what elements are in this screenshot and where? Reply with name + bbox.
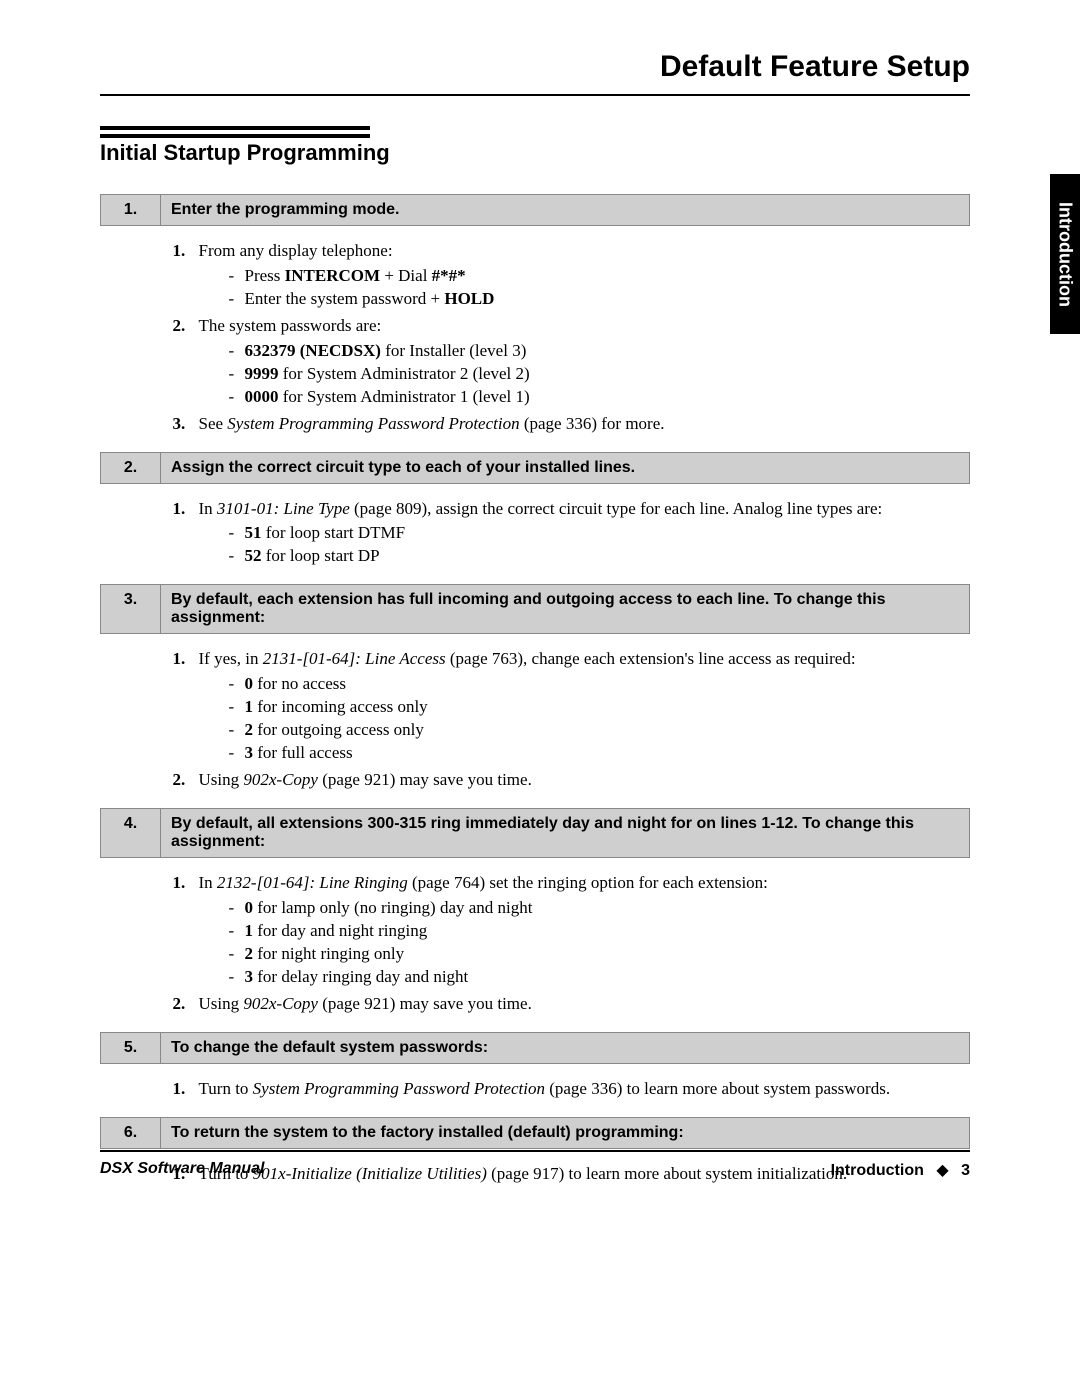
step-body-spacer: [101, 483, 161, 585]
sub-item: Enter the system password + HOLD: [199, 288, 958, 311]
step-body: In 2132-[01-64]: Line Ringing (page 764)…: [161, 857, 970, 1032]
step-item: In 2132-[01-64]: Line Ringing (page 764)…: [173, 872, 958, 989]
step-item: If yes, in 2131-[01-64]: Line Access (pa…: [173, 648, 958, 765]
step-item: The system passwords are: 632379 (NECDSX)…: [173, 315, 958, 409]
sub-item: 2 for night ringing only: [199, 943, 958, 966]
step-item: See System Programming Password Protecti…: [173, 413, 958, 436]
step-title: To change the default system passwords:: [161, 1032, 970, 1063]
sub-list: 51 for loop start DTMF52 for loop start …: [199, 522, 958, 568]
step-body-spacer: [101, 1063, 161, 1117]
sub-item: Press INTERCOM + Dial #*#*: [199, 265, 958, 288]
step-title: Enter the programming mode.: [161, 195, 970, 226]
step-item-lead: If yes, in 2131-[01-64]: Line Access (pa…: [199, 649, 856, 668]
step-body: In 3101-01: Line Type (page 809), assign…: [161, 483, 970, 585]
sub-list: Press INTERCOM + Dial #*#*Enter the syst…: [199, 265, 958, 311]
step-body-spacer: [101, 226, 161, 453]
step-header-row: 3.By default, each extension has full in…: [101, 585, 970, 634]
footer-diamond-icon: ◆: [936, 1162, 948, 1179]
sub-item: 2 for outgoing access only: [199, 719, 958, 742]
step-title: Assign the correct circuit type to each …: [161, 452, 970, 483]
step-body-spacer: [101, 857, 161, 1032]
step-body-row: In 2132-[01-64]: Line Ringing (page 764)…: [101, 857, 970, 1032]
sub-item: 0 for no access: [199, 673, 958, 696]
sub-item: 9999 for System Administrator 2 (level 2…: [199, 363, 958, 386]
step-body: Turn to System Programming Password Prot…: [161, 1063, 970, 1117]
step-item-lead: The system passwords are:: [199, 316, 382, 335]
heading-bars: [100, 126, 370, 138]
step-number: 2.: [101, 452, 161, 483]
section-heading-wrap: Initial Startup Programming: [100, 126, 970, 166]
step-item-lead: From any display telephone:: [199, 241, 393, 260]
step-item: In 3101-01: Line Type (page 809), assign…: [173, 498, 958, 569]
step-item: Turn to System Programming Password Prot…: [173, 1078, 958, 1101]
step-number: 1.: [101, 195, 161, 226]
footer-left: DSX Software Manual: [100, 1160, 264, 1180]
step-body-row: If yes, in 2131-[01-64]: Line Access (pa…: [101, 634, 970, 809]
step-body-row: From any display telephone: Press INTERCO…: [101, 226, 970, 453]
sub-item: 3 for full access: [199, 742, 958, 765]
sub-item: 1 for day and night ringing: [199, 920, 958, 943]
sub-item: 632379 (NECDSX) for Installer (level 3): [199, 340, 958, 363]
step-item: Using 902x-Copy (page 921) may save you …: [173, 993, 958, 1016]
step-item-lead: In 3101-01: Line Type (page 809), assign…: [199, 499, 883, 518]
sub-item: 51 for loop start DTMF: [199, 522, 958, 545]
step-item: From any display telephone: Press INTERCO…: [173, 240, 958, 311]
sub-item: 0 for lamp only (no ringing) day and nig…: [199, 897, 958, 920]
footer-right: Introduction ◆ 3: [831, 1160, 970, 1180]
side-tab: Introduction: [1050, 174, 1080, 334]
steps-table: 1.Enter the programming mode. From any di…: [100, 194, 970, 1201]
sub-list: 0 for lamp only (no ringing) day and nig…: [199, 897, 958, 989]
sub-list: 0 for no access1 for incoming access onl…: [199, 673, 958, 765]
step-number: 5.: [101, 1032, 161, 1063]
step-number: 4.: [101, 808, 161, 857]
sub-item: 1 for incoming access only: [199, 696, 958, 719]
step-item-lead: See System Programming Password Protecti…: [199, 414, 665, 433]
sub-list: 632379 (NECDSX) for Installer (level 3)9…: [199, 340, 958, 409]
step-header-row: 4.By default, all extensions 300-315 rin…: [101, 808, 970, 857]
step-title: By default, all extensions 300-315 ring …: [161, 808, 970, 857]
step-title: To return the system to the factory inst…: [161, 1117, 970, 1148]
page-content: Default Feature Setup Initial Startup Pr…: [100, 50, 970, 1201]
step-number: 6.: [101, 1117, 161, 1148]
step-body-row: Turn to System Programming Password Prot…: [101, 1063, 970, 1117]
step-body-spacer: [101, 634, 161, 809]
step-title: By default, each extension has full inco…: [161, 585, 970, 634]
step-item-lead: Using 902x-Copy (page 921) may save you …: [199, 994, 532, 1013]
step-item-lead: Turn to System Programming Password Prot…: [199, 1079, 891, 1098]
step-header-row: 1.Enter the programming mode.: [101, 195, 970, 226]
step-item: Using 902x-Copy (page 921) may save you …: [173, 769, 958, 792]
footer-section-label: Introduction: [831, 1162, 924, 1179]
step-header-row: 6.To return the system to the factory in…: [101, 1117, 970, 1148]
footer: DSX Software Manual Introduction ◆ 3: [100, 1150, 970, 1180]
sub-item: 3 for delay ringing day and night: [199, 966, 958, 989]
step-body: From any display telephone: Press INTERCO…: [161, 226, 970, 453]
step-number: 3.: [101, 585, 161, 634]
section-heading: Initial Startup Programming: [100, 140, 970, 166]
sub-item: 0000 for System Administrator 1 (level 1…: [199, 386, 958, 409]
footer-page-number: 3: [961, 1162, 970, 1179]
step-item-lead: In 2132-[01-64]: Line Ringing (page 764)…: [199, 873, 768, 892]
step-item-lead: Using 902x-Copy (page 921) may save you …: [199, 770, 532, 789]
sub-item: 52 for loop start DP: [199, 545, 958, 568]
step-header-row: 5.To change the default system passwords…: [101, 1032, 970, 1063]
step-body-row: In 3101-01: Line Type (page 809), assign…: [101, 483, 970, 585]
step-header-row: 2.Assign the correct circuit type to eac…: [101, 452, 970, 483]
step-body: If yes, in 2131-[01-64]: Line Access (pa…: [161, 634, 970, 809]
page-title: Default Feature Setup: [100, 50, 970, 96]
